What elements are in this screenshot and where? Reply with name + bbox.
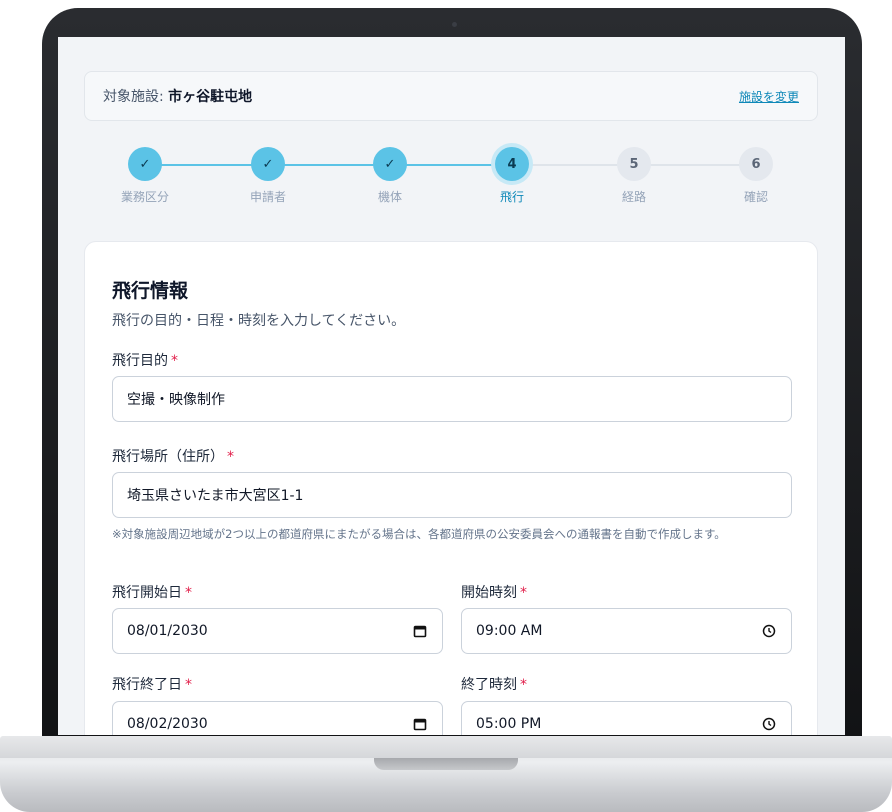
stepper-line-complete <box>145 164 512 166</box>
location-label: 飛行場所（住所） * <box>112 446 234 466</box>
start-date-label: 飛行開始日 * <box>112 582 192 602</box>
step-6[interactable]: 6 確認 <box>711 147 801 205</box>
purpose-input[interactable]: 空撮・映像制作 <box>112 376 792 422</box>
clock-icon[interactable] <box>761 716 777 732</box>
start-date-value: 08/01/2030 <box>127 623 208 639</box>
location-note: ※対象施設周辺地域が2つ以上の都道府県にまたがる場合は、各都道府県の公安委員会へ… <box>112 527 726 541</box>
progress-stepper: ✓ 業務区分 ✓ 申請者 ✓ 機体 4 飛行 5 経路 6 確認 <box>84 147 818 207</box>
step-check-icon: ✓ <box>251 147 285 181</box>
clock-icon[interactable] <box>761 623 777 639</box>
facility-bar: 対象施設: 市ヶ谷駐屯地 施設を変更 <box>84 71 818 121</box>
end-time-label-text: 終了時刻 <box>461 677 517 693</box>
start-time-label-text: 開始時刻 <box>461 585 517 601</box>
required-mark: * <box>185 677 192 693</box>
location-input[interactable]: 埼玉県さいたま市大宮区1-1 <box>112 472 792 518</box>
step-label: 確認 <box>743 190 768 204</box>
step-3[interactable]: ✓ 機体 <box>345 147 435 205</box>
card-title: 飛行情報 <box>112 280 189 302</box>
end-time-input[interactable]: 05:00 PM <box>461 701 792 735</box>
step-label: 飛行 <box>499 190 524 204</box>
facility-label: 対象施設: <box>103 89 169 105</box>
step-check-icon: ✓ <box>373 147 407 181</box>
purpose-label-text: 飛行目的 <box>112 353 168 369</box>
required-mark: * <box>171 353 178 369</box>
change-facility-link[interactable]: 施設を変更 <box>739 88 799 105</box>
step-label: 機体 <box>377 190 402 204</box>
app-screen: 対象施設: 市ヶ谷駐屯地 施設を変更 ✓ 業務区分 ✓ 申請者 ✓ 機体 4 飛… <box>58 37 845 735</box>
step-number: 5 <box>617 147 651 181</box>
location-value: 埼玉県さいたま市大宮区1-1 <box>127 488 304 504</box>
laptop-base-top <box>0 736 892 758</box>
step-1[interactable]: ✓ 業務区分 <box>100 147 190 205</box>
start-date-input[interactable]: 08/01/2030 <box>112 608 443 654</box>
flight-info-card: 飛行情報 飛行の目的・日程・時刻を入力してください。 飛行目的 * 空撮・映像制作… <box>84 241 818 735</box>
end-date-label-text: 飛行終了日 <box>112 677 182 693</box>
end-time-value: 05:00 PM <box>476 716 542 732</box>
step-label: 申請者 <box>249 190 286 204</box>
laptop-notch <box>374 758 518 770</box>
end-date-input[interactable]: 08/02/2030 <box>112 701 443 735</box>
facility-name: 市ヶ谷駐屯地 <box>168 89 253 105</box>
end-time-label: 終了時刻 * <box>461 674 527 694</box>
step-label: 業務区分 <box>120 190 169 204</box>
facility-info: 対象施設: 市ヶ谷駐屯地 <box>103 86 252 106</box>
calendar-icon[interactable] <box>412 716 428 732</box>
step-5[interactable]: 5 経路 <box>589 147 679 205</box>
step-number: 6 <box>739 147 773 181</box>
required-mark: * <box>520 677 527 693</box>
camera-dot <box>452 22 457 27</box>
required-mark: * <box>185 585 192 601</box>
location-label-text: 飛行場所（住所） <box>112 449 224 465</box>
step-label: 経路 <box>621 190 646 204</box>
required-mark: * <box>520 585 527 601</box>
required-mark: * <box>227 449 234 465</box>
start-date-label-text: 飛行開始日 <box>112 585 182 601</box>
end-date-label: 飛行終了日 * <box>112 674 192 694</box>
step-number: 4 <box>495 147 529 181</box>
end-date-value: 08/02/2030 <box>127 716 208 732</box>
step-4[interactable]: 4 飛行 <box>467 147 557 205</box>
calendar-icon[interactable] <box>412 623 428 639</box>
start-time-value: 09:00 AM <box>476 623 543 639</box>
purpose-value: 空撮・映像制作 <box>127 392 225 408</box>
step-2[interactable]: ✓ 申請者 <box>223 147 313 205</box>
card-description: 飛行の目的・日程・時刻を入力してください。 <box>112 313 406 329</box>
laptop-mockup: 対象施設: 市ヶ谷駐屯地 施設を変更 ✓ 業務区分 ✓ 申請者 ✓ 機体 4 飛… <box>0 0 892 812</box>
step-check-icon: ✓ <box>128 147 162 181</box>
purpose-label: 飛行目的 * <box>112 350 178 370</box>
start-time-label: 開始時刻 * <box>461 582 527 602</box>
start-time-input[interactable]: 09:00 AM <box>461 608 792 654</box>
